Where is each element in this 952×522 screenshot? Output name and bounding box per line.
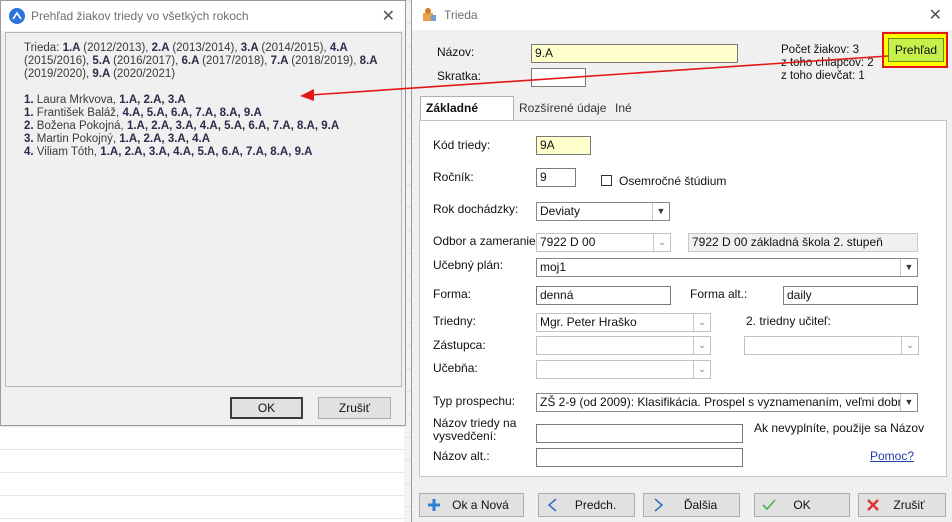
annotation-arrow bbox=[300, 55, 889, 101]
